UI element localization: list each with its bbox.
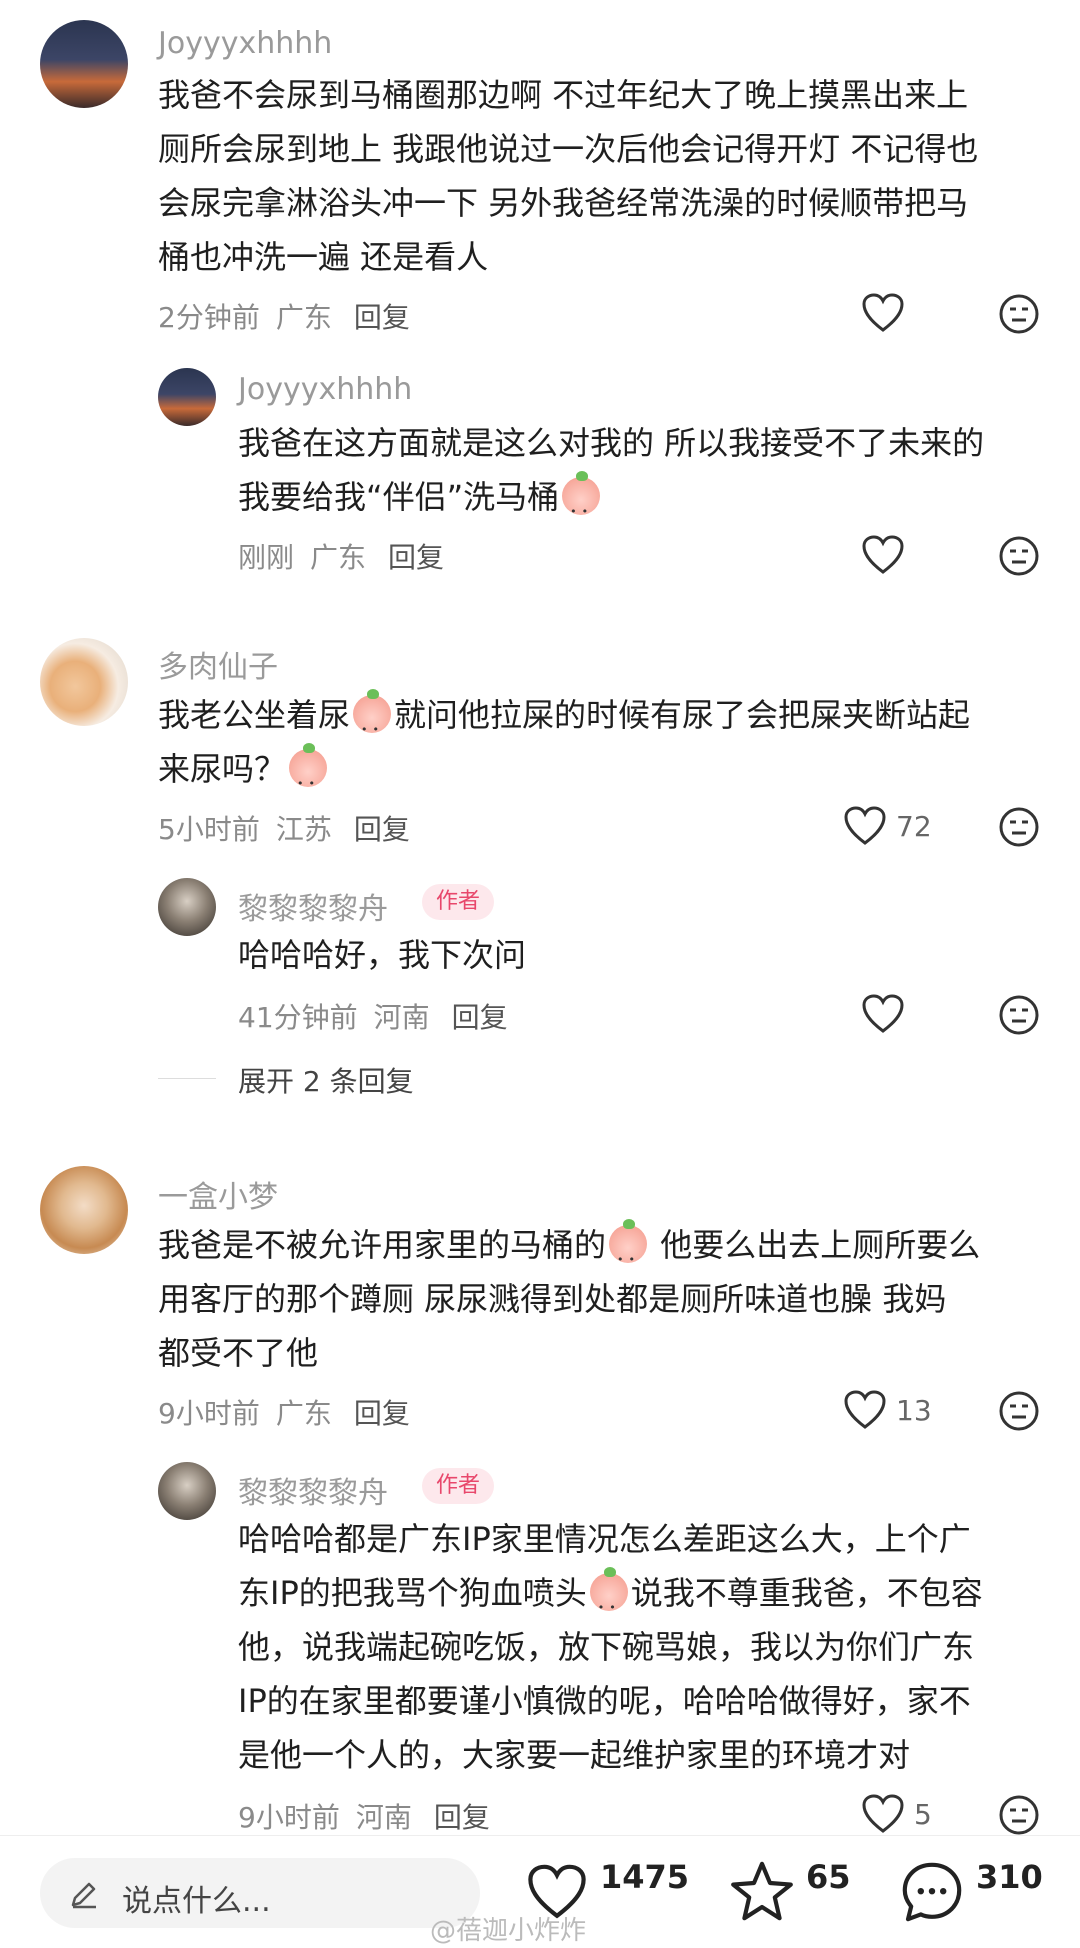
comment-text: 我爸是不被允许用家里的马桶的 他要么出去上厕所要么 用客厅的那个蹲厕 尿尿溅得到… — [158, 1218, 1038, 1380]
comment-text: 我爸在这方面就是这么对我的 所以我接受不了未来的 我要给我“伴侣”洗马桶 — [238, 416, 1038, 539]
reply-button[interactable]: 回复 — [354, 1397, 410, 1430]
heart-icon[interactable] — [862, 293, 904, 333]
emoji-icon — [609, 1219, 648, 1287]
avatar[interactable] — [40, 1166, 128, 1254]
comment-text: 我爸不会尿到马桶圈那边啊 不过年纪大了晚上摸黑出来上 厕所会尿到地上 我跟他说过… — [158, 76, 979, 276]
comment-text: 我老公坐着尿就问他拉屎的时候有尿了会把屎夹断站起 来尿吗？ — [158, 688, 1038, 811]
like-count: 72 — [896, 810, 932, 843]
comment-meta: 5小时前 江苏 回复 — [158, 813, 410, 846]
like-count: 13 — [896, 1394, 932, 1427]
emoji-icon — [562, 471, 601, 539]
username[interactable]: Joyyyxhhhh — [238, 372, 412, 407]
comment-meta: 刚刚 广东 回复 — [238, 541, 445, 574]
star-icon[interactable] — [730, 1860, 794, 1922]
comment-meta: 2分钟前 广东 回复 — [158, 301, 410, 334]
reply-button[interactable]: 回复 — [354, 813, 410, 846]
heart-icon[interactable] — [862, 994, 904, 1034]
username[interactable]: Joyyyxhhhh — [158, 26, 332, 61]
heart-icon[interactable] — [844, 806, 886, 846]
meh-face-icon[interactable] — [998, 293, 1040, 335]
total-comments-count: 310 — [976, 1858, 1043, 1896]
reply-button[interactable]: 回复 — [452, 1001, 508, 1034]
meh-face-icon[interactable] — [998, 1794, 1040, 1836]
avatar[interactable] — [40, 638, 128, 726]
avatar[interactable] — [40, 20, 128, 108]
meh-face-icon[interactable] — [998, 1390, 1040, 1432]
watermark: @蓓迦小炸炸 — [430, 1916, 587, 1946]
username[interactable]: 黎黎黎黎舟 — [238, 884, 388, 928]
comment-text: 哈哈哈好，我下次问 — [238, 936, 527, 974]
chat-bubble-icon[interactable] — [900, 1860, 964, 1924]
meh-face-icon[interactable] — [998, 994, 1040, 1036]
meh-face-icon[interactable] — [998, 535, 1040, 577]
emoji-icon — [589, 1567, 628, 1635]
meh-face-icon[interactable] — [998, 806, 1040, 848]
username[interactable]: 黎黎黎黎舟 — [238, 1468, 388, 1512]
comment-input-placeholder: 说点什么... — [122, 1884, 271, 1919]
total-stars-count: 65 — [806, 1858, 851, 1896]
divider — [158, 1078, 216, 1079]
pencil-icon — [71, 1882, 96, 1909]
total-likes-count: 1475 — [600, 1858, 690, 1896]
comment-text: 哈哈哈都是广东IP家里情况怎么差距这么大，上个广 东IP的把我骂个狗血喷头说我不… — [238, 1512, 1038, 1782]
username[interactable]: 一盒小梦 — [158, 1172, 278, 1216]
emoji-icon — [353, 689, 392, 757]
like-count: 5 — [914, 1798, 932, 1831]
comment-meta: 9小时前 广东 回复 — [158, 1397, 410, 1430]
comment-meta: 9小时前 河南 回复 — [238, 1801, 490, 1834]
reply-button[interactable]: 回复 — [434, 1801, 490, 1834]
author-badge: 作者 — [422, 1468, 495, 1504]
reply-button[interactable]: 回复 — [354, 301, 410, 334]
heart-icon[interactable] — [862, 1794, 904, 1834]
username[interactable]: 多肉仙子 — [158, 642, 278, 686]
comment-input[interactable]: 说点什么... — [40, 1858, 480, 1928]
emoji-icon — [289, 743, 328, 811]
reply-button[interactable]: 回复 — [388, 541, 444, 574]
heart-icon[interactable] — [844, 1390, 886, 1430]
avatar[interactable] — [158, 368, 216, 426]
comment-meta: 41分钟前 河南 回复 — [238, 1001, 508, 1034]
heart-icon[interactable] — [862, 535, 904, 575]
avatar[interactable] — [158, 878, 216, 936]
expand-replies-button[interactable]: 展开 2 条回复 — [238, 1060, 414, 1100]
author-badge: 作者 — [422, 884, 495, 920]
avatar[interactable] — [158, 1462, 216, 1520]
